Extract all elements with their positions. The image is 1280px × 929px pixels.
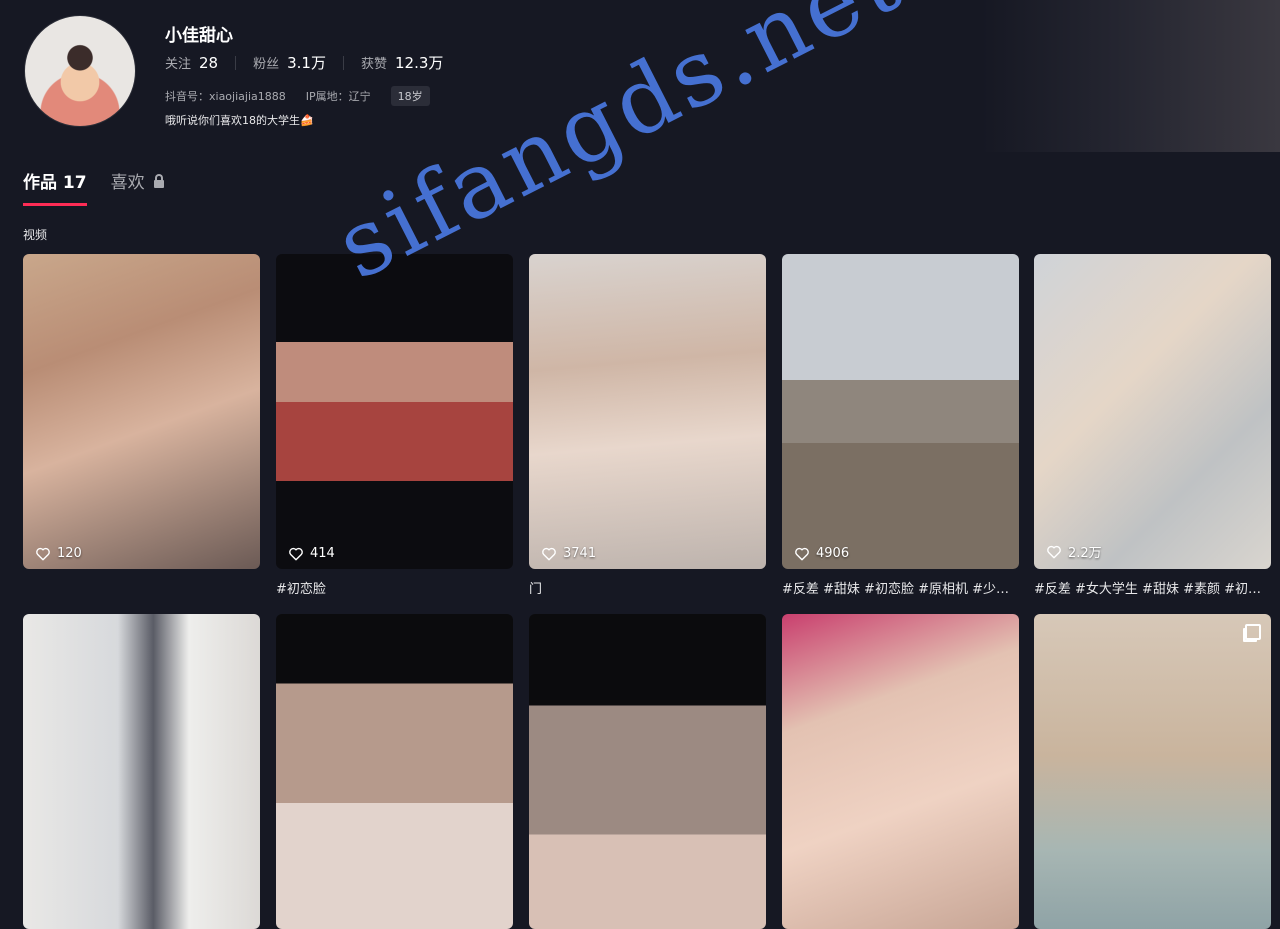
like-count-value: 120 bbox=[57, 546, 82, 561]
video-thumbnail[interactable] bbox=[782, 614, 1019, 929]
video-caption[interactable]: #反差 #甜妹 #初恋脸 #原相机 #少… bbox=[782, 578, 1019, 597]
stat-divider bbox=[235, 55, 237, 70]
followers-label: 粉丝 bbox=[253, 57, 280, 72]
video-thumbnail[interactable] bbox=[276, 614, 513, 929]
video-caption[interactable]: 门 bbox=[529, 578, 766, 597]
likes-stat: 获赞 12.3万 bbox=[361, 52, 443, 73]
tab-works[interactable]: 作品 17 bbox=[23, 168, 87, 206]
tab-likes[interactable]: 喜欢 bbox=[111, 168, 164, 206]
video-thumbnail[interactable]: 120 bbox=[23, 254, 260, 569]
video-caption[interactable]: #初恋脸 bbox=[276, 578, 513, 597]
bio: 哦听说你们喜欢18的大学生🍰 bbox=[165, 114, 314, 127]
heart-icon bbox=[1047, 545, 1061, 558]
lock-icon bbox=[153, 174, 164, 188]
like-count: 3741 bbox=[541, 546, 596, 561]
heart-icon bbox=[36, 547, 50, 560]
likes-count: 12.3万 bbox=[395, 54, 444, 72]
likes-label: 获赞 bbox=[360, 57, 387, 72]
like-count-value: 4906 bbox=[816, 546, 850, 561]
video-thumbnail[interactable] bbox=[23, 614, 260, 929]
profile-tabs: 作品 17 喜欢 bbox=[23, 168, 188, 206]
video-thumbnail[interactable] bbox=[529, 614, 766, 929]
like-count: 414 bbox=[288, 546, 335, 561]
douyin-id: 抖音号：xiaojiajia1888 bbox=[165, 90, 286, 103]
video-card[interactable]: 3741 门 bbox=[529, 254, 766, 597]
video-thumbnail[interactable]: 4906 bbox=[782, 254, 1019, 569]
video-card[interactable] bbox=[529, 614, 766, 929]
header-cover-image bbox=[980, 0, 1280, 152]
ip-location: IP属地：辽宁 bbox=[305, 90, 371, 103]
video-card[interactable]: 2.2万 #反差 #女大学生 #甜妹 #素颜 #初… bbox=[1034, 254, 1271, 597]
followers-count: 3.1万 bbox=[287, 54, 326, 72]
profile-meta: 抖音号：xiaojiajia1888 IP属地：辽宁 18岁 bbox=[165, 86, 430, 106]
video-thumbnail[interactable]: 3741 bbox=[529, 254, 766, 569]
like-count-value: 2.2万 bbox=[1068, 546, 1102, 561]
video-thumbnail[interactable] bbox=[1034, 614, 1271, 929]
heart-icon bbox=[289, 547, 303, 560]
video-card[interactable] bbox=[782, 614, 1019, 929]
heart-icon bbox=[795, 547, 809, 560]
video-card[interactable]: 120 bbox=[23, 254, 260, 578]
like-count-value: 3741 bbox=[563, 546, 597, 561]
multi-image-icon bbox=[1245, 624, 1261, 640]
section-label: 视频 bbox=[23, 228, 48, 242]
avatar[interactable] bbox=[24, 15, 136, 127]
like-count: 2.2万 bbox=[1046, 542, 1102, 561]
username: 小佳甜心 bbox=[165, 26, 233, 46]
video-card[interactable] bbox=[23, 614, 260, 929]
age-badge: 18岁 bbox=[390, 86, 430, 106]
video-thumbnail[interactable]: 2.2万 bbox=[1034, 254, 1271, 569]
following-stat[interactable]: 关注 28 bbox=[165, 53, 218, 72]
like-count: 4906 bbox=[794, 546, 849, 561]
profile-stats: 关注 28 粉丝 3.1万 获赞 12.3万 bbox=[165, 52, 443, 73]
video-caption[interactable]: #反差 #女大学生 #甜妹 #素颜 #初… bbox=[1034, 578, 1271, 597]
stat-divider bbox=[342, 55, 344, 70]
video-card[interactable]: 414 #初恋脸 bbox=[276, 254, 513, 597]
tab-works-label: 作品 17 bbox=[23, 173, 87, 193]
profile-header: 小佳甜心 关注 28 粉丝 3.1万 获赞 12.3万 抖音号：xiaojiaj… bbox=[0, 0, 1280, 152]
video-card[interactable] bbox=[1034, 614, 1271, 929]
video-card[interactable]: 4906 #反差 #甜妹 #初恋脸 #原相机 #少… bbox=[782, 254, 1019, 597]
followers-stat[interactable]: 粉丝 3.1万 bbox=[253, 52, 326, 73]
like-count-value: 414 bbox=[310, 546, 335, 561]
heart-icon bbox=[542, 547, 556, 560]
tab-likes-label: 喜欢 bbox=[110, 173, 145, 193]
video-thumbnail[interactable]: 414 bbox=[276, 254, 513, 569]
video-card[interactable] bbox=[276, 614, 513, 929]
like-count: 120 bbox=[35, 546, 82, 561]
following-label: 关注 bbox=[165, 57, 192, 72]
following-count: 28 bbox=[199, 54, 219, 72]
